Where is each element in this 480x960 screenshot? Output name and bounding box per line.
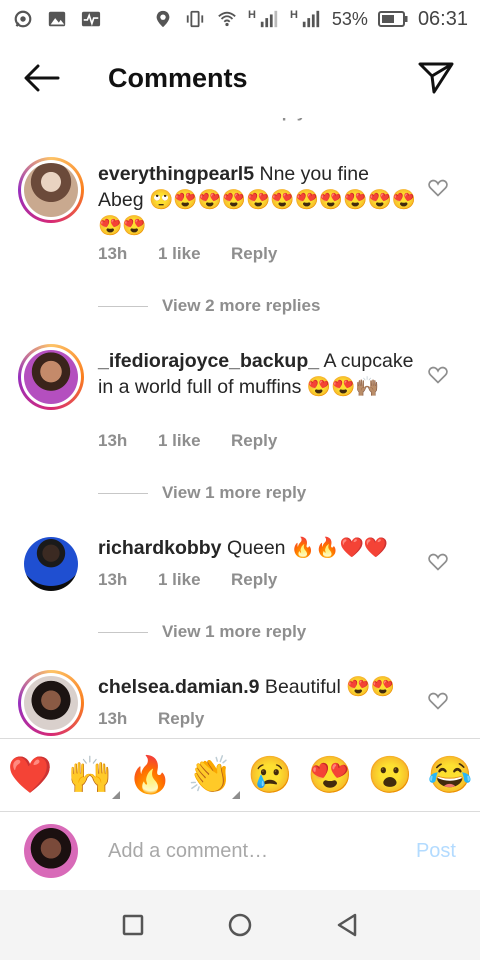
- signal-icon: [302, 10, 320, 28]
- comment-body: Beautiful 😍😍: [259, 676, 395, 698]
- view-more-replies-link[interactable]: View 1 more reply: [98, 622, 306, 642]
- gallery-icon: [48, 11, 66, 27]
- status-left-icons: [12, 9, 102, 29]
- post-button[interactable]: Post: [416, 840, 456, 863]
- clock: 06:31: [417, 7, 468, 30]
- comment-text: chelsea.damian.9 Beautiful 😍😍: [98, 674, 418, 700]
- emoji-crying-button[interactable]: 😢: [248, 757, 293, 793]
- avatar[interactable]: [24, 537, 78, 591]
- emoji-heart-eyes-button[interactable]: 😍: [308, 757, 353, 793]
- avatar[interactable]: [18, 157, 84, 223]
- comment-likes[interactable]: 1 like: [158, 244, 231, 264]
- comment-meta: 13h 1 like Reply: [98, 570, 277, 590]
- emoji-clap-button[interactable]: 👏: [188, 757, 241, 799]
- comment-text: everythingpearl5 Nne you fine Abeg 🙄😍😍😍😍…: [98, 161, 418, 239]
- comment-body: Queen 🔥🔥❤️❤️: [221, 537, 389, 559]
- reply-button[interactable]: Reply: [231, 570, 277, 590]
- comment-username[interactable]: everythingpearl5: [98, 163, 254, 185]
- battery-percent: 53%: [331, 8, 368, 29]
- activity-icon: [81, 11, 101, 27]
- view-more-replies-link[interactable]: View 2 more replies: [98, 296, 320, 316]
- avatar[interactable]: [18, 344, 84, 410]
- comment-username[interactable]: chelsea.damian.9: [98, 676, 260, 698]
- comment-time: 13h: [98, 709, 128, 728]
- system-nav-bar: [0, 890, 480, 960]
- wifi-icon: [218, 11, 236, 27]
- comment-text: _ifediorajoyce_backup_ A cupcake in a wo…: [98, 348, 418, 400]
- reply-button[interactable]: Reply: [158, 709, 204, 729]
- send-icon: [418, 62, 454, 94]
- comment-text: richardkobby Queen 🔥🔥❤️❤️: [98, 535, 418, 561]
- heart-icon[interactable]: [428, 365, 448, 385]
- comment-time: 13h: [98, 431, 128, 450]
- system-back-button[interactable]: [327, 905, 367, 945]
- comment-username[interactable]: richardkobby: [98, 537, 222, 559]
- comments-list[interactable]: View 1 more reply everythingpearl5 Nne y…: [0, 104, 480, 738]
- comment-username[interactable]: _ifediorajoyce_backup_: [98, 350, 319, 372]
- reply-button[interactable]: Reply: [231, 244, 277, 264]
- status-right-icons: H H 53% 06:31: [152, 8, 468, 31]
- vibrate-icon: [186, 10, 204, 28]
- view-more-replies-label: View 1 more reply: [162, 622, 307, 641]
- view-more-replies-label: View 2 more replies: [162, 296, 321, 315]
- skin-tone-indicator: [112, 791, 121, 799]
- comment-time: 13h: [98, 244, 128, 263]
- comment-meta: 13h Reply: [98, 709, 204, 729]
- avatar: [24, 824, 78, 878]
- emoji-fire-button[interactable]: 🔥: [128, 757, 173, 793]
- emoji-heart-button[interactable]: ❤️: [8, 757, 53, 793]
- signal-icon: [260, 10, 278, 28]
- network-type-2: H: [289, 9, 298, 21]
- whatsapp-icon: [14, 10, 32, 28]
- back-button[interactable]: [12, 48, 72, 108]
- heart-icon[interactable]: [428, 691, 448, 711]
- circle-icon: [228, 913, 252, 937]
- arrow-left-icon: [24, 64, 60, 92]
- heart-icon[interactable]: [428, 178, 448, 198]
- page-title: Comments: [108, 62, 248, 93]
- comment-likes[interactable]: 1 like: [158, 570, 231, 590]
- share-button[interactable]: [412, 54, 460, 102]
- emoji-quick-bar: ❤️ 🙌 🔥 👏 😢 😍 😮 😂: [0, 738, 480, 812]
- heart-icon[interactable]: [428, 552, 448, 572]
- recent-apps-button[interactable]: [113, 905, 153, 945]
- square-icon: [123, 914, 144, 936]
- status-bar: H H 53% 06:31: [0, 0, 480, 38]
- add-comment-bar: Post: [0, 812, 480, 890]
- location-icon: [156, 10, 170, 28]
- battery-icon: [377, 11, 408, 27]
- comment-input[interactable]: [108, 839, 388, 863]
- triangle-back-icon: [337, 913, 356, 937]
- view-more-replies-link[interactable]: View 1 more reply: [98, 483, 306, 503]
- skin-tone-indicator: [232, 791, 241, 799]
- emoji-laughing-button[interactable]: 😂: [428, 757, 473, 793]
- avatar[interactable]: [18, 670, 84, 736]
- comment-likes[interactable]: 1 like: [158, 431, 231, 451]
- reply-button[interactable]: Reply: [231, 431, 277, 451]
- home-button[interactable]: [220, 905, 260, 945]
- comment-time: 13h: [98, 570, 128, 589]
- emoji-surprised-button[interactable]: 😮: [368, 757, 413, 793]
- view-more-replies-label: View 1 more reply: [162, 483, 307, 502]
- comment-meta: 13h 1 like Reply: [98, 431, 277, 451]
- header: Comments: [0, 38, 480, 118]
- emoji-raised-hands-button[interactable]: 🙌: [68, 757, 121, 799]
- network-type-1: H: [248, 9, 256, 21]
- comment-meta: 13h 1 like Reply: [98, 244, 277, 264]
